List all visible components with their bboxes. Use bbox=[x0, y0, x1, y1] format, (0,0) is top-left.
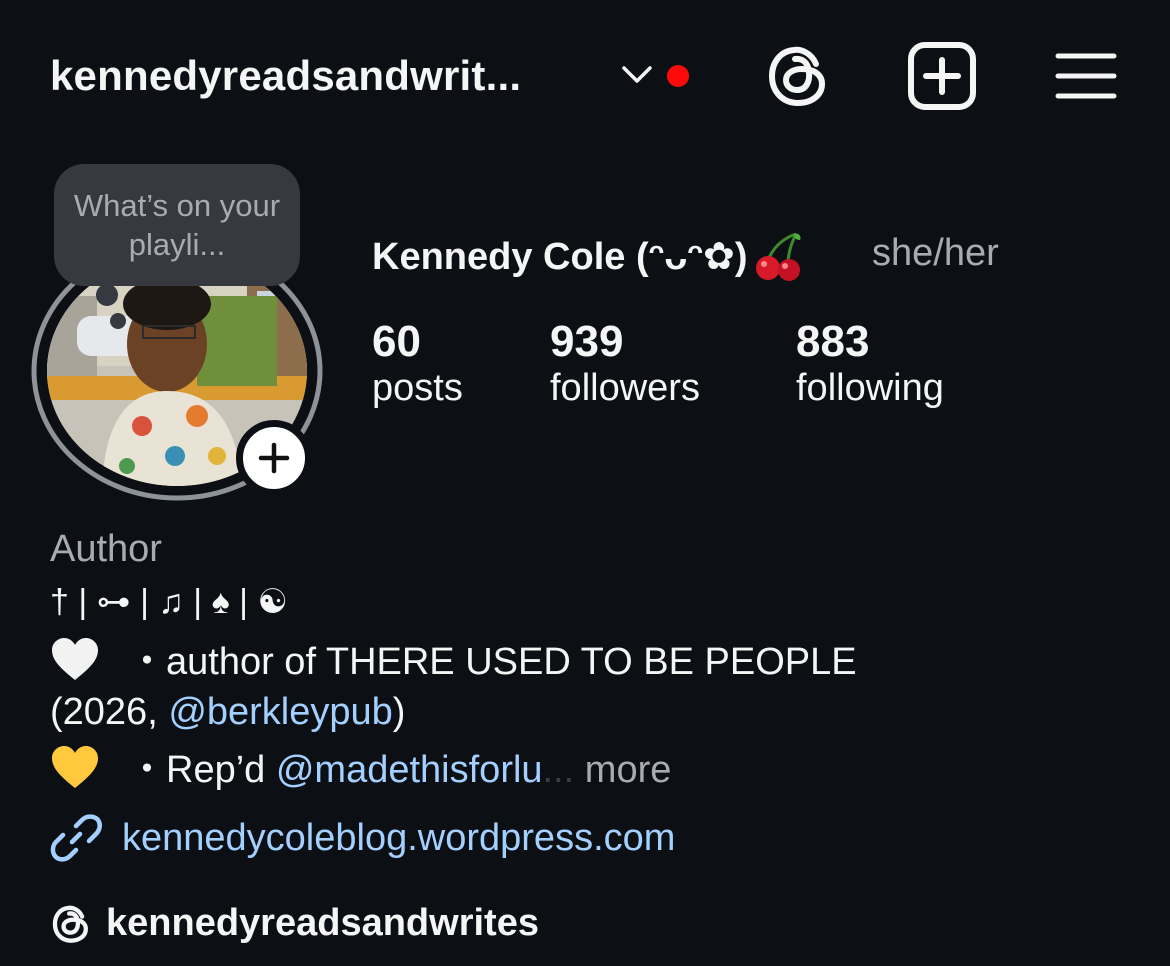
threads-profile-link[interactable]: kennedyreadsandwrites bbox=[50, 902, 539, 945]
pronouns: she/her bbox=[872, 232, 999, 274]
display-name: Kennedy Cole (ᵔᴗᵔ✿) bbox=[372, 230, 804, 282]
bio-ellipsis: ... bbox=[542, 749, 575, 791]
mention-madethisforlu[interactable]: @madethisforlu bbox=[276, 749, 543, 791]
website-link[interactable]: kennedycoleblog.wordpress.com bbox=[50, 812, 675, 864]
white-heart-icon bbox=[52, 638, 98, 680]
bio-line-publisher: (2026, @berkleypub) bbox=[50, 690, 405, 734]
plus-icon bbox=[258, 442, 290, 474]
note-text: What’s on your playli... bbox=[73, 188, 281, 262]
display-name-text: Kennedy Cole (ᵔᴗᵔ✿) bbox=[372, 235, 748, 278]
stat-posts-label: posts bbox=[372, 367, 463, 409]
chevron-down-icon[interactable] bbox=[620, 62, 654, 88]
link-icon bbox=[50, 814, 102, 862]
website-url: kennedycoleblog.wordpress.com bbox=[122, 816, 676, 859]
bio-symbols: † | ⊶ | ♫ | ♠ | ☯ bbox=[50, 583, 288, 621]
bio-line-publisher-pre: (2026, bbox=[50, 691, 169, 733]
note-bubble-tail-small bbox=[110, 313, 126, 329]
bio-line-author-text: ・author of THERE USED TO BE PEOPLE bbox=[128, 641, 857, 683]
stat-posts[interactable]: 60 posts bbox=[372, 318, 463, 410]
add-story-button[interactable] bbox=[236, 420, 312, 496]
threads-small-icon bbox=[52, 905, 88, 943]
bio-line-rep-pre: ・Rep’d bbox=[128, 749, 276, 791]
create-plus-icon[interactable] bbox=[906, 40, 978, 112]
yellow-heart-icon bbox=[52, 746, 98, 788]
stat-posts-count: 60 bbox=[372, 317, 421, 366]
bio-line-author: ・author of THERE USED TO BE PEOPLE bbox=[50, 636, 857, 684]
bio-line-publisher-post: ) bbox=[392, 691, 406, 733]
bio-more-link[interactable]: more bbox=[574, 749, 672, 791]
stat-followers-count: 939 bbox=[550, 317, 624, 366]
note-bubble-tail bbox=[96, 284, 118, 306]
account-switcher-username[interactable]: kennedyreadsandwrit... bbox=[50, 52, 521, 100]
profile-category: Author bbox=[50, 528, 162, 570]
cherry-icon bbox=[755, 232, 801, 281]
stat-following[interactable]: 883 following bbox=[796, 318, 944, 410]
bio-line-rep: ・Rep’d @madethisforlu... more bbox=[50, 744, 671, 792]
stat-following-label: following bbox=[796, 367, 944, 409]
threads-icon[interactable] bbox=[764, 42, 832, 110]
menu-icon[interactable] bbox=[1054, 52, 1118, 100]
stat-followers[interactable]: 939 followers bbox=[550, 318, 700, 410]
threads-handle: kennedyreadsandwrites bbox=[106, 902, 539, 944]
stat-followers-label: followers bbox=[550, 367, 700, 409]
stat-following-count: 883 bbox=[796, 317, 870, 366]
mention-berkleypub[interactable]: @berkleypub bbox=[168, 691, 392, 733]
notification-dot bbox=[667, 65, 689, 87]
